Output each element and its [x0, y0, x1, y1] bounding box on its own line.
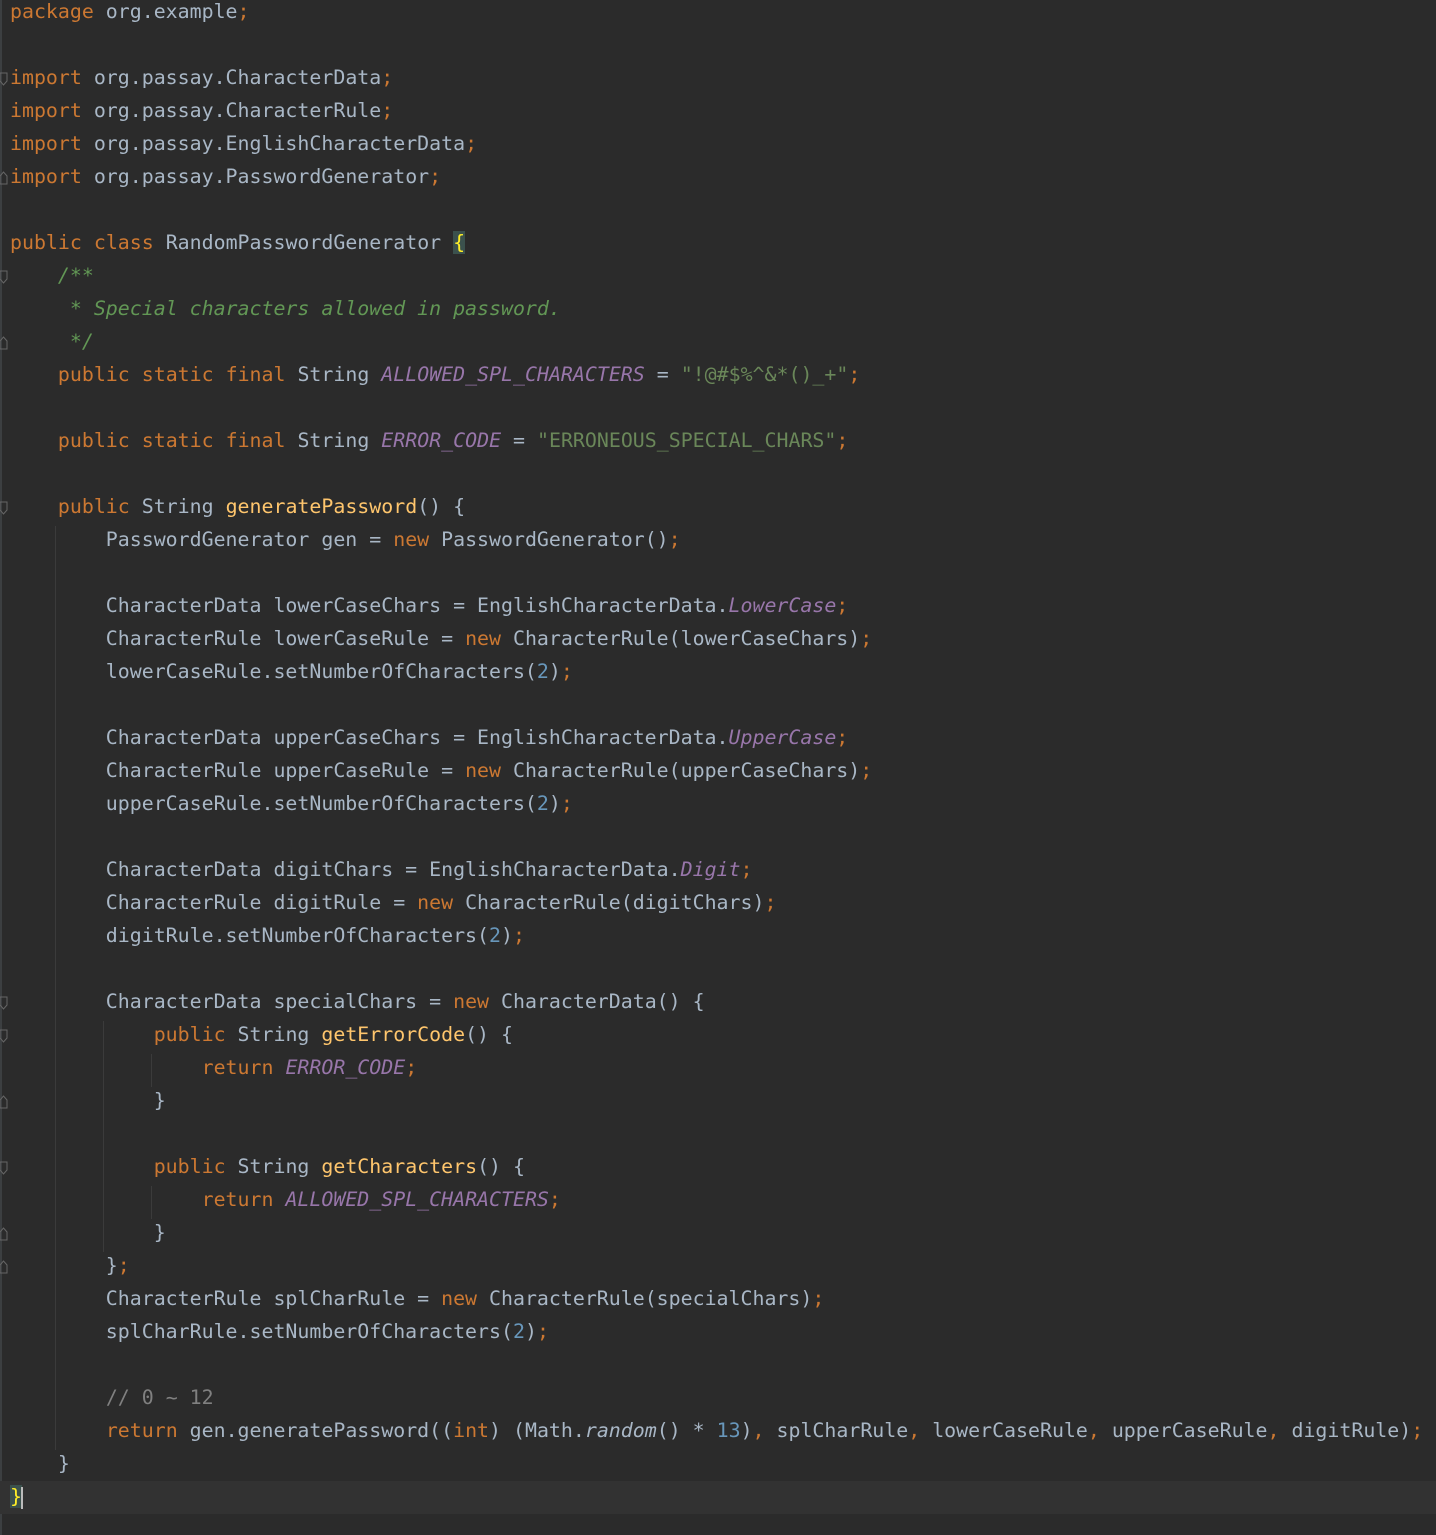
gutter-border: [0, 0, 2, 1535]
text-caret: [20, 1486, 23, 1509]
code-line[interactable]: splCharRule.setNumberOfCharacters(2);: [10, 1318, 549, 1351]
code-line[interactable]: import org.passay.CharacterData;: [10, 64, 393, 97]
code-line[interactable]: digitRule.setNumberOfCharacters(2);: [10, 922, 525, 955]
code-line[interactable]: CharacterData upperCaseChars = EnglishCh…: [10, 724, 848, 757]
code-line[interactable]: PasswordGenerator gen = new PasswordGene…: [10, 526, 681, 559]
code-line[interactable]: import org.passay.EnglishCharacterData;: [10, 130, 477, 163]
code-line[interactable]: }: [10, 1450, 70, 1483]
code-line[interactable]: public String getCharacters() {: [10, 1153, 525, 1186]
code-line[interactable]: CharacterData digitChars = EnglishCharac…: [10, 856, 753, 889]
code-line[interactable]: import org.passay.PasswordGenerator;: [10, 163, 441, 196]
code-line[interactable]: /**: [10, 262, 94, 295]
code-line[interactable]: public static final String ERROR_CODE = …: [10, 427, 848, 460]
code-line[interactable]: public String generatePassword() {: [10, 493, 465, 526]
code-line[interactable]: return ERROR_CODE;: [10, 1054, 418, 1087]
code-line[interactable]: }: [10, 1087, 166, 1120]
code-editor[interactable]: package org.example; import org.passay.Ch…: [0, 0, 1436, 1535]
code-line[interactable]: return ALLOWED_SPL_CHARACTERS;: [10, 1186, 561, 1219]
fold-expand-icon[interactable]: [0, 501, 8, 515]
code-line[interactable]: CharacterData lowerCaseChars = EnglishCh…: [10, 592, 848, 625]
fold-collapse-icon[interactable]: [0, 336, 8, 350]
code-line[interactable]: public String getErrorCode() {: [10, 1021, 513, 1054]
fold-collapse-icon[interactable]: [0, 1095, 8, 1109]
fold-collapse-icon[interactable]: [0, 171, 8, 185]
code-line[interactable]: CharacterRule splCharRule = new Characte…: [10, 1285, 825, 1318]
code-line[interactable]: CharacterRule digitRule = new CharacterR…: [10, 889, 777, 922]
code-line[interactable]: }: [10, 1219, 166, 1252]
code-line[interactable]: // 0 ~ 12: [10, 1384, 214, 1417]
fold-collapse-icon[interactable]: [0, 1260, 8, 1274]
fold-expand-icon[interactable]: [0, 270, 8, 284]
code-line[interactable]: */: [10, 328, 94, 361]
fold-collapse-icon[interactable]: [0, 1227, 8, 1241]
code-line[interactable]: public class RandomPasswordGenerator {: [10, 229, 466, 262]
code-line[interactable]: return gen.generatePassword((int) (Math.…: [10, 1417, 1423, 1450]
code-line[interactable]: CharacterData specialChars = new Charact…: [10, 988, 705, 1021]
fold-expand-icon[interactable]: [0, 72, 8, 86]
code-line[interactable]: };: [10, 1252, 130, 1285]
fold-expand-icon[interactable]: [0, 1029, 8, 1043]
code-line[interactable]: lowerCaseRule.setNumberOfCharacters(2);: [10, 658, 573, 691]
code-line[interactable]: upperCaseRule.setNumberOfCharacters(2);: [10, 790, 573, 823]
fold-expand-icon[interactable]: [0, 1161, 8, 1175]
fold-expand-icon[interactable]: [0, 996, 8, 1010]
code-line[interactable]: CharacterRule upperCaseRule = new Charac…: [10, 757, 872, 790]
code-line[interactable]: }: [10, 1483, 23, 1516]
code-line[interactable]: CharacterRule lowerCaseRule = new Charac…: [10, 625, 872, 658]
code-line[interactable]: public static final String ALLOWED_SPL_C…: [10, 361, 860, 394]
code-line[interactable]: * Special characters allowed in password…: [10, 295, 561, 328]
code-line[interactable]: import org.passay.CharacterRule;: [10, 97, 393, 130]
code-line[interactable]: package org.example;: [10, 0, 250, 31]
current-line-highlight: [0, 1481, 1436, 1514]
